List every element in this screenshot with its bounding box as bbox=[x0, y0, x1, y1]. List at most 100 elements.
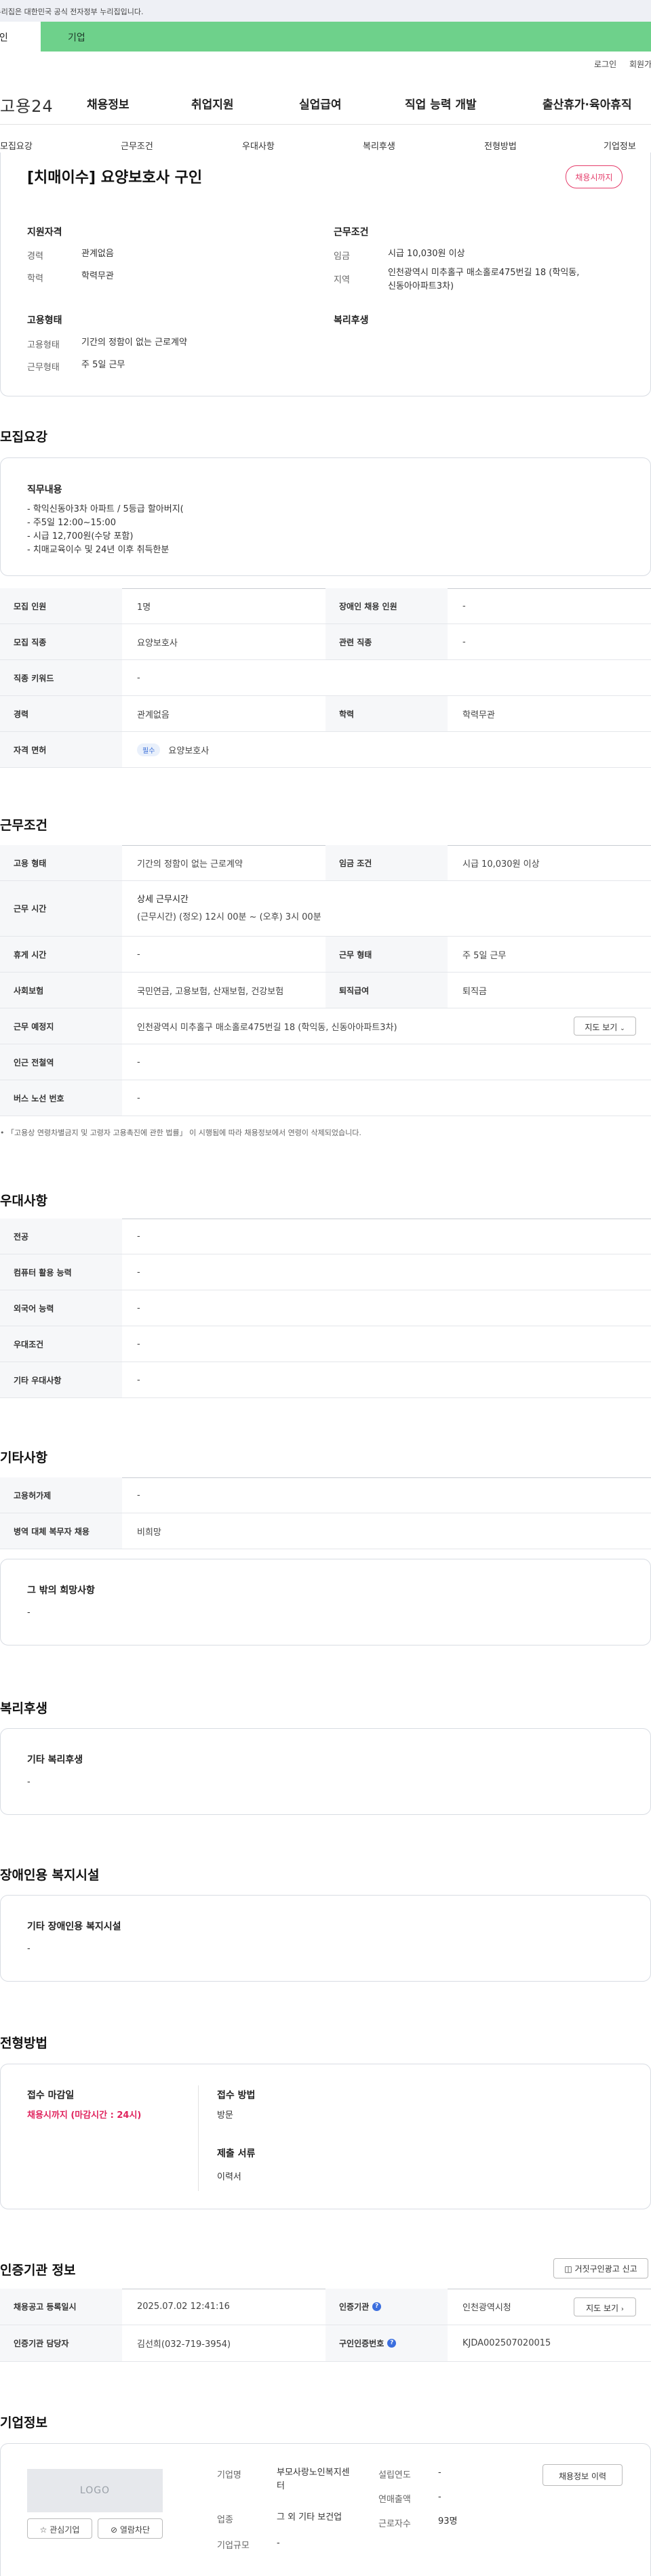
welfare-card-heading: 기타 복리후생 bbox=[27, 1755, 83, 1765]
gnb-item-benefit[interactable]: 실업급여 bbox=[299, 95, 342, 112]
cell-value: - bbox=[137, 949, 140, 960]
table-row: 컴퓨터 활용 능력 - bbox=[0, 1254, 651, 1290]
id-label: 구인인증번호 bbox=[339, 2339, 384, 2348]
recruit-title: 모집요강 bbox=[0, 430, 47, 445]
cell-label: 사회보험 bbox=[0, 973, 122, 1008]
required-pill: 필수 bbox=[137, 743, 161, 756]
table-row: 고용허가제 - bbox=[0, 1477, 651, 1513]
docs-label: 제출 서류 bbox=[217, 2148, 256, 2159]
map-view-button[interactable]: 지도 보기 ⌄ bbox=[574, 1017, 636, 1036]
table-row: 직종 키워드 - bbox=[0, 660, 651, 696]
cell-value: 시급 10,030원 이상 bbox=[462, 859, 540, 870]
emp-heading: 고용형태 bbox=[27, 315, 62, 326]
top-tab-bar bbox=[0, 22, 651, 52]
table-row: 인근 전철역 - bbox=[0, 1044, 651, 1080]
table-row: 모집 인원 1명 장애인 채용 인원 - bbox=[0, 588, 651, 624]
duty-line: - 학익신동아3차 아파트 / 5등급 할아버지( bbox=[27, 504, 184, 514]
cell-value: - bbox=[137, 1092, 140, 1103]
method-value: 방문 bbox=[217, 2110, 233, 2121]
cell-label: 퇴직급여 bbox=[326, 973, 448, 1008]
cell-label: 직종 키워드 bbox=[0, 660, 122, 695]
tab-company-label: 기업 bbox=[68, 33, 85, 43]
info-icon[interactable]: ? bbox=[387, 2339, 397, 2348]
cell-value: KJDA002507020015 bbox=[462, 2338, 551, 2348]
size-value: - bbox=[277, 2538, 280, 2548]
welfare-value: - bbox=[27, 1777, 31, 1787]
founded-value: - bbox=[438, 2468, 441, 2478]
subnav-work[interactable]: 근무조건 bbox=[121, 139, 153, 152]
company-logo: LOGO bbox=[27, 2469, 163, 2512]
history-button[interactable]: 채용정보 이력 bbox=[542, 2464, 623, 2486]
deadline-label: 접수 마감일 bbox=[27, 2090, 75, 2101]
founded-label: 설립연도 bbox=[378, 2470, 411, 2480]
gnb-item-leave[interactable]: 출산휴가·육아휴직 bbox=[542, 95, 632, 112]
table-row: 우대조건 - bbox=[0, 1326, 651, 1362]
company-name-value: 부모사랑노인복지센터 bbox=[277, 2468, 350, 2491]
gnb-item-jobs[interactable]: 채용정보 bbox=[87, 95, 130, 112]
subnav-recruit[interactable]: 모집요강 bbox=[0, 139, 33, 152]
tab-person-label: 개인 bbox=[0, 33, 8, 43]
hope-heading: 그 밖의 희망사항 bbox=[27, 1585, 95, 1596]
deadline-badge: 채용시까지 bbox=[566, 165, 623, 188]
table-row: 외국어 능력 - bbox=[0, 1290, 651, 1326]
cell-label: 인증기관 담당자 bbox=[0, 2325, 122, 2361]
cell-label: 고용 형태 bbox=[0, 845, 122, 880]
table-row: 근무 예정지 인천광역시 미추홀구 매소홀로475번길 18 (학익동, 신동아… bbox=[0, 1008, 651, 1044]
selection-card bbox=[0, 2064, 651, 2209]
cell-label: 병역 대체 복무자 채용 bbox=[0, 1513, 122, 1549]
cell-value: 기간의 정함이 없는 근로계약 bbox=[137, 859, 243, 870]
subnav-selection[interactable]: 전형방법 bbox=[484, 139, 517, 152]
selection-title: 전형방법 bbox=[0, 2036, 47, 2051]
wage-label: 임금 bbox=[334, 251, 350, 262]
cell-label: 버스 노선 번호 bbox=[0, 1080, 122, 1116]
report-label: 거짓구인광고 신고 bbox=[574, 2264, 637, 2274]
table-row: 병역 대체 복무자 채용 비희망 bbox=[0, 1513, 651, 1549]
tab-company[interactable]: 기업 bbox=[68, 30, 85, 44]
age-law-text: 「고용상 연령차별금지 및 고령자 고용촉진에 관한 법률」 이 시행됨에 따라… bbox=[7, 1128, 361, 1137]
table-row: 모집 직종 요양보호사 관련 직종 - bbox=[0, 624, 651, 660]
cell-value: - bbox=[137, 1490, 140, 1500]
cell-value: 관계없음 bbox=[137, 710, 170, 720]
login-link[interactable]: 로그인 bbox=[594, 58, 616, 70]
chevron-down-icon: ⌄ bbox=[620, 1025, 625, 1032]
cell-value: 2025.07.02 12:41:16 bbox=[137, 2302, 230, 2312]
gnb-item-support[interactable]: 취업지원 bbox=[191, 95, 234, 112]
etc-title: 기타사항 bbox=[0, 1450, 47, 1465]
subnav-welfare[interactable]: 복리후생 bbox=[363, 139, 395, 152]
emp-type-value: 기간의 정함이 없는 근로계약 bbox=[81, 338, 187, 348]
cell-label: 채용공고 등록일시 bbox=[0, 2289, 122, 2325]
selection-divider bbox=[198, 2085, 199, 2191]
tab-person[interactable]: 개인 bbox=[0, 22, 41, 52]
cell-value: 1명 bbox=[137, 602, 151, 613]
career-value: 관계없음 bbox=[81, 249, 114, 259]
hours-value: (근무시간) (정오) 12시 00분 ~ (오후) 3시 00분 bbox=[137, 912, 321, 922]
gov-banner-text: 이 누리집은 대한민국 공식 전자정부 누리집입니다. bbox=[0, 7, 144, 16]
size-label: 기업규모 bbox=[217, 2541, 250, 2551]
cell-label: 고용허가제 bbox=[0, 1477, 122, 1513]
cell-value: - bbox=[137, 1374, 140, 1385]
cell-value: 학력무관 bbox=[462, 710, 495, 720]
map-view-label: 지도 보기 bbox=[585, 1023, 618, 1032]
method-label: 접수 방법 bbox=[217, 2090, 256, 2101]
gnb-item-training[interactable]: 직업 능력 개발 bbox=[405, 95, 477, 112]
edu-value: 학력무관 bbox=[81, 271, 114, 281]
table-row: 자격 면허 필수 요양보호사 bbox=[0, 732, 651, 768]
join-link[interactable]: 회원가입 bbox=[629, 58, 651, 70]
block-button[interactable]: ⊘ 열람차단 bbox=[98, 2518, 163, 2539]
disabled-fac-title: 장애인용 복지시설 bbox=[0, 1868, 100, 1883]
welfare-title: 복리후생 bbox=[0, 1701, 47, 1716]
wage-value: 시급 10,030원 이상 bbox=[388, 249, 465, 259]
site-logo[interactable]: 고용24 bbox=[0, 93, 54, 117]
gov-banner: 이 누리집은 대한민국 공식 전자정부 누리집입니다. bbox=[0, 0, 651, 22]
block-icon: ⊘ bbox=[110, 2525, 118, 2535]
info-icon[interactable]: ? bbox=[372, 2302, 382, 2311]
interest-button[interactable]: ☆ 관심기업 bbox=[27, 2518, 92, 2539]
report-button[interactable]: ◫ 거짓구인광고 신고 bbox=[553, 2258, 648, 2278]
cert-map-button[interactable]: 지도 보기 › bbox=[574, 2297, 636, 2316]
cell-label: 전공 bbox=[0, 1219, 122, 1254]
cell-value: - bbox=[137, 672, 140, 683]
cond-heading: 근무조건 bbox=[334, 227, 369, 238]
table-row: 휴게 시간 - 근무 형태 주 5일 근무 bbox=[0, 937, 651, 973]
subnav-company[interactable]: 기업정보 bbox=[604, 139, 636, 152]
subnav-prefer[interactable]: 우대사항 bbox=[242, 139, 275, 152]
